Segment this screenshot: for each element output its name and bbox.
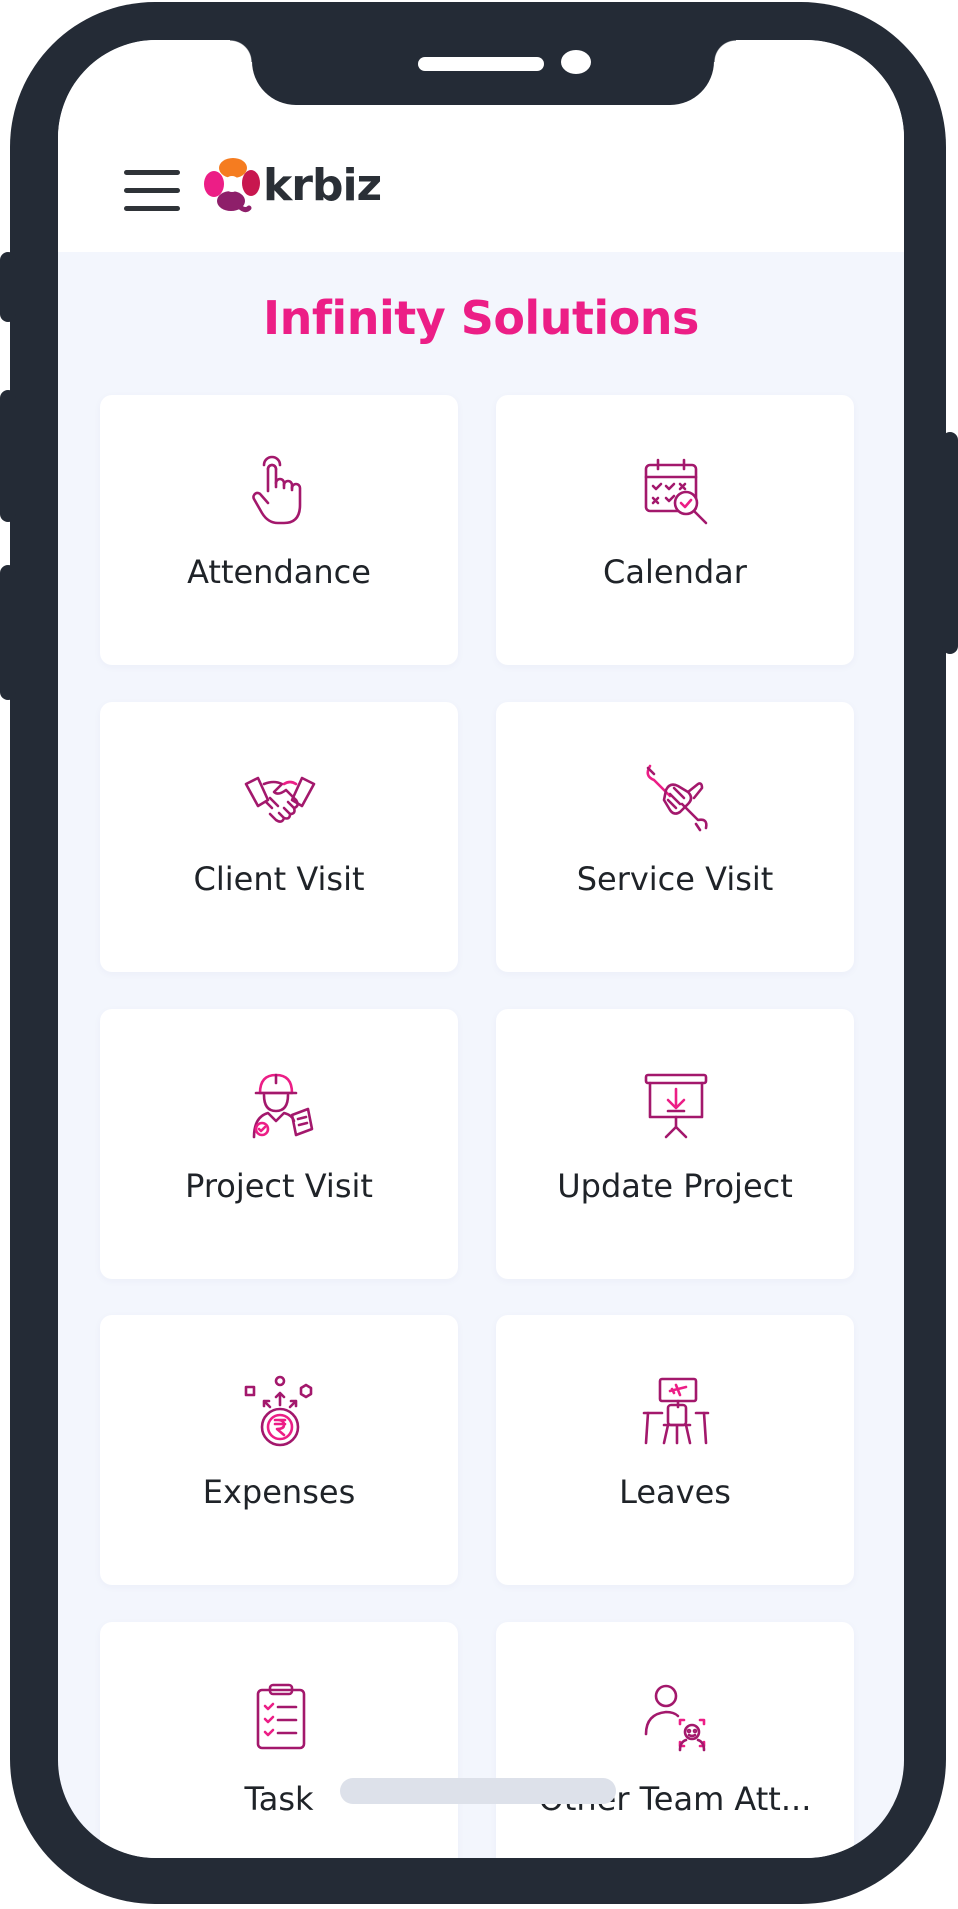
speaker <box>418 57 544 71</box>
presentation-board-icon <box>644 1073 708 1139</box>
team-face-scan-icon <box>644 1684 706 1752</box>
home-indicator[interactable] <box>340 1778 616 1804</box>
tile-label: Service Visit <box>576 860 774 898</box>
rupee-coin-icon <box>244 1375 313 1447</box>
checklist-icon <box>256 1683 306 1750</box>
tile-label: Update Project <box>557 1167 793 1205</box>
power-button <box>942 432 958 654</box>
tile-label: Expenses <box>202 1473 356 1511</box>
calendar-tile[interactable]: Calendar <box>496 395 854 665</box>
client-visit-tile[interactable]: Client Visit <box>100 702 458 972</box>
app-screen: krbiz Infinity Solutions Attendance Cale… <box>58 40 904 1858</box>
hamburger-icon[interactable] <box>124 168 182 212</box>
project-visit-tile[interactable]: Project Visit <box>100 1009 458 1279</box>
tile-label: Calendar <box>603 553 747 591</box>
calendar-search-icon <box>644 458 708 525</box>
company-title: Infinity Solutions <box>263 291 699 345</box>
tile-label: Leaves <box>619 1473 731 1511</box>
handshake-icon <box>244 776 316 823</box>
notch <box>230 40 736 105</box>
other-team-attendance-tile[interactable]: Other Team Att... <box>496 1622 854 1858</box>
task-tile[interactable]: Task <box>100 1622 458 1858</box>
tile-label: Client Visit <box>193 860 365 898</box>
tile-label: Project Visit <box>185 1167 373 1205</box>
front-camera <box>561 50 591 74</box>
logo-text: krbiz <box>263 159 382 211</box>
volume-up-button <box>0 390 16 522</box>
volume-down-button <box>0 565 16 700</box>
leaves-tile[interactable]: Leaves <box>496 1315 854 1585</box>
silent-switch <box>0 252 16 322</box>
attendance-tile[interactable]: Attendance <box>100 395 458 665</box>
desk-flight-icon <box>642 1377 710 1445</box>
wrench-hand-icon <box>646 764 708 832</box>
expenses-tile[interactable]: Expenses <box>100 1315 458 1585</box>
krbiz-logo-icon <box>204 158 260 213</box>
krbiz-logo: krbiz <box>203 156 382 214</box>
tile-label: Attendance <box>187 553 371 591</box>
tap-finger-icon <box>252 455 302 525</box>
update-project-tile[interactable]: Update Project <box>496 1009 854 1279</box>
service-visit-tile[interactable]: Service Visit <box>496 702 854 972</box>
engineer-icon <box>252 1073 314 1139</box>
